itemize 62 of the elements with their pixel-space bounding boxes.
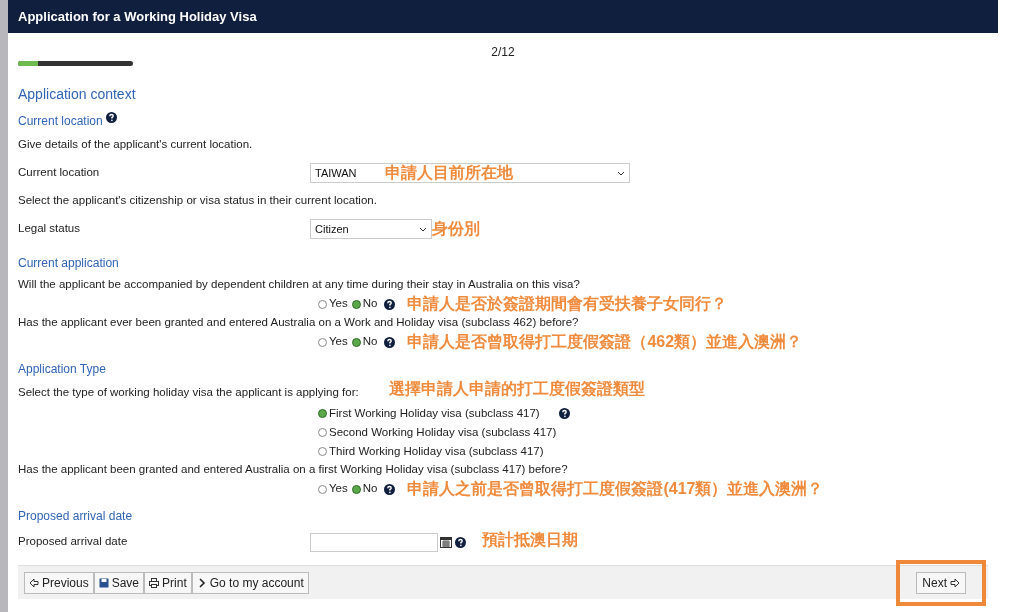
- button[interactable]: Previous: [24, 571, 94, 594]
- field-label: Current location: [18, 165, 101, 181]
- option-label: Second Working Holiday visa (subclass 417): [329, 424, 557, 440]
- help-icon[interactable]: [384, 336, 396, 348]
- window-title: Application for a Working Holiday Visa: [18, 7, 257, 26]
- question-text: Will the applicant be accompanied by dependent children at any time during their stay in Australia on this visa?: [18, 277, 581, 293]
- button[interactable]: Print: [144, 571, 192, 594]
- option-label: No: [362, 296, 378, 312]
- printer-icon: [149, 577, 160, 588]
- field-label: Legal status: [18, 221, 81, 237]
- option-label: No: [362, 334, 378, 350]
- help-icon[interactable]: [384, 483, 396, 495]
- option-label: Yes: [329, 334, 348, 350]
- radio-button[interactable]: [318, 299, 327, 309]
- radio-button[interactable]: [351, 337, 361, 347]
- help-icon[interactable]: [384, 298, 396, 310]
- dropdown[interactable]: TAIWAN 申請人目前所在地: [310, 163, 630, 183]
- option-label: First Working Holiday visa (subclass 417): [329, 405, 540, 421]
- option-label: Yes: [329, 296, 348, 312]
- annotation-text: 選擇申請人申請的打工度假簽證類型: [388, 379, 645, 399]
- date-field[interactable]: [310, 532, 438, 552]
- instruction-text: Select the applicant's citizenship or visa status in their current location.: [18, 193, 378, 209]
- annotation-text: 申請人是否於簽證期間會有受扶養子女同行？: [407, 294, 728, 314]
- step-counter: 2/12: [490, 44, 516, 59]
- next-button[interactable]: Next: [916, 571, 966, 594]
- annotation-text: 申請人之前是否曾取得打工度假簽證(417類）並進入澳洲？: [407, 479, 824, 499]
- dropdown[interactable]: Citizen: [310, 219, 432, 239]
- radio-button[interactable]: [318, 409, 327, 418]
- help-icon[interactable]: [558, 408, 570, 419]
- radio-button[interactable]: [318, 447, 327, 456]
- annotation-text: 申請人目前所在地: [385, 163, 513, 183]
- section-heading: Proposed arrival date: [18, 508, 133, 525]
- radio-button[interactable]: [318, 484, 327, 494]
- annotation-text: 申請人是否曾取得打工度假簽證（462類）並進入澳洲？: [407, 332, 803, 352]
- radio-button[interactable]: [351, 484, 361, 494]
- calendar-icon[interactable]: [440, 536, 452, 548]
- chevron-right-icon: [196, 577, 207, 588]
- arrow-right-icon: [950, 577, 960, 588]
- section-heading: Current application: [18, 255, 119, 272]
- button[interactable]: Go to my account: [191, 571, 309, 594]
- option-label: Yes: [329, 481, 348, 497]
- radio-button[interactable]: [318, 337, 327, 347]
- button[interactable]: Save: [93, 571, 145, 594]
- option-label: No: [362, 481, 378, 497]
- instruction-text: Give details of the applicant's current location.: [18, 137, 254, 153]
- question-text: Select the type of working holiday visa the applicant is applying for:: [18, 385, 359, 401]
- help-icon[interactable]: [455, 536, 466, 548]
- section-heading: Application Type: [18, 361, 106, 378]
- option-label: Third Working Holiday visa (subclass 417): [329, 443, 544, 459]
- radio-button[interactable]: [318, 428, 327, 437]
- radio-button[interactable]: [351, 299, 361, 309]
- section-heading: Current location: [18, 113, 103, 130]
- question-text: Has the applicant ever been granted and entered Australia on a Work and Holiday visa (subclass 462) before?: [18, 315, 580, 331]
- arrow-left-icon: [29, 577, 39, 588]
- help-icon[interactable]: [105, 112, 117, 123]
- field-label: Proposed arrival date: [18, 534, 129, 550]
- caret-icon: [617, 170, 625, 176]
- annotation-text: 預計抵澳日期: [482, 530, 578, 550]
- question-text: Has the applicant been granted and entered Australia on a first Working Holiday visa (subclass 417) before?: [18, 462, 569, 478]
- annotation-text: 身份別: [432, 219, 480, 239]
- page-title: Application context: [18, 85, 137, 104]
- caret-icon: [419, 226, 427, 232]
